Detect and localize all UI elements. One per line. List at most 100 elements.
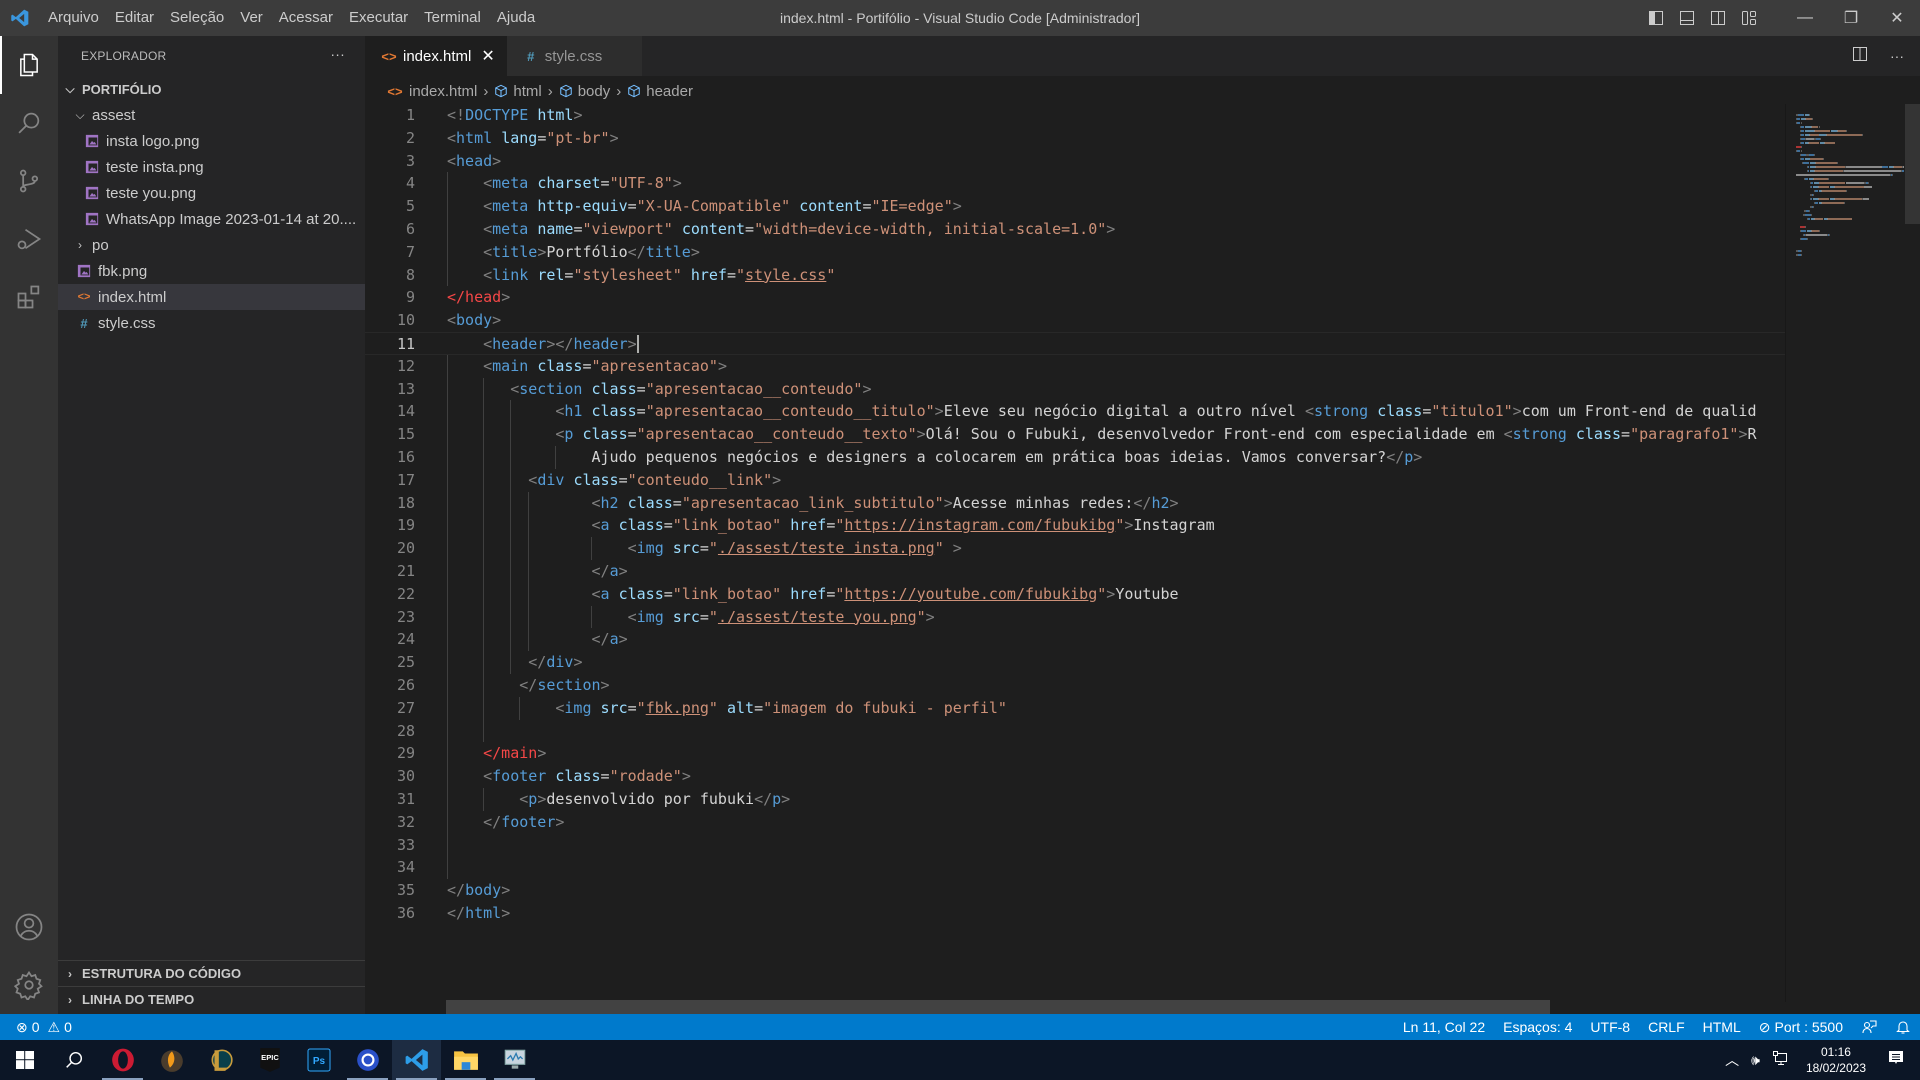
code-line[interactable]: 12 <main class="apresentacao"> <box>365 354 1785 378</box>
code-line[interactable]: 31 <p>desenvolvido por fubuki</p> <box>365 787 1785 811</box>
menu-editar[interactable]: Editar <box>107 0 162 36</box>
feedback-icon[interactable] <box>1852 1019 1886 1035</box>
tree-item[interactable]: teste insta.png <box>58 154 365 180</box>
code-line[interactable]: 26 </section> <box>365 673 1785 697</box>
notifications-bell-icon[interactable] <box>1886 1019 1920 1035</box>
tree-item[interactable]: insta logo.png <box>58 128 365 154</box>
code-line[interactable]: 16 Ajudo pequenos negócios e designers a… <box>365 445 1785 469</box>
end-of-line[interactable]: CRLF <box>1639 1019 1694 1035</box>
show-hidden-icons-icon[interactable]: ︿ <box>1719 1050 1745 1070</box>
extensions-icon[interactable] <box>0 268 58 326</box>
menu-ajuda[interactable]: Ajuda <box>489 0 543 36</box>
manage-gear-icon[interactable] <box>0 956 58 1014</box>
menu-arquivo[interactable]: Arquivo <box>40 0 107 36</box>
code-line[interactable]: 4 <meta charset="UTF-8"> <box>365 172 1785 196</box>
search-icon[interactable] <box>0 94 58 152</box>
accounts-icon[interactable] <box>0 898 58 956</box>
tree-item[interactable]: ⌵ assest <box>58 102 365 128</box>
toggle-secondary-sidebar-icon[interactable] <box>1702 0 1733 36</box>
minimap[interactable] <box>1785 104 1905 1002</box>
code-line[interactable]: 15 <p class="apresentacao__conteudo__tex… <box>365 423 1785 446</box>
tree-item[interactable]: # style.css <box>58 310 365 336</box>
code-line[interactable]: 34 <box>365 856 1785 880</box>
workspace-root[interactable]: ⌵ PORTIFÓLIO <box>58 76 365 102</box>
toggle-panel-icon[interactable] <box>1671 0 1702 36</box>
code-line[interactable]: 32 </footer> <box>365 810 1785 834</box>
code-line[interactable]: 25 </div> <box>365 651 1785 674</box>
code-line[interactable]: 14 <h1 class="apresentacao__conteudo__ti… <box>365 400 1785 424</box>
breadcrumb-html[interactable]: html <box>494 83 542 100</box>
network-icon[interactable] <box>1766 1050 1794 1071</box>
settings-app-icon[interactable] <box>343 1040 392 1080</box>
menu-executar[interactable]: Executar <box>341 0 416 36</box>
code-line[interactable]: 24 </a> <box>365 628 1785 652</box>
encoding[interactable]: UTF-8 <box>1581 1019 1639 1035</box>
toggle-primary-sidebar-icon[interactable] <box>1640 0 1671 36</box>
code-line[interactable]: 1 <!DOCTYPE html> <box>365 104 1785 127</box>
code-line[interactable]: 30 <footer class="rodade"> <box>365 765 1785 788</box>
action-center-icon[interactable] <box>1878 1050 1920 1071</box>
code-line[interactable]: 11 <header></header> <box>365 331 1785 355</box>
menu-acessar[interactable]: Acessar <box>271 0 341 36</box>
indentation[interactable]: Espaços: 4 <box>1494 1019 1581 1035</box>
code-line[interactable]: 7 <title>Portfólio</title> <box>365 240 1785 264</box>
code-line[interactable]: 21 </a> <box>365 559 1785 583</box>
close-tab-icon[interactable]: ✕ <box>481 46 494 66</box>
code-line[interactable]: 17 <div class="conteudo__link"> <box>365 468 1785 492</box>
restore-button[interactable]: ❐ <box>1828 0 1874 36</box>
problems-indicator[interactable]: ⊗ 0 ⚠ 0 <box>0 1019 72 1036</box>
vscode-icon[interactable] <box>392 1040 441 1080</box>
resource-monitor-icon[interactable] <box>490 1040 539 1080</box>
code-line[interactable]: 2 <html lang="pt-br"> <box>365 127 1785 150</box>
customize-layout-icon[interactable] <box>1733 0 1764 36</box>
code-line[interactable]: 5 <meta http-equiv="X-UA-Compatible" con… <box>365 195 1785 218</box>
windows-start-icon[interactable] <box>0 1040 49 1080</box>
code-line[interactable]: 27 <img src="fbk.png" alt="imagem do fub… <box>365 696 1785 720</box>
explorer-icon[interactable] <box>0 36 58 94</box>
tree-item[interactable]: › po <box>58 232 365 258</box>
menu-selecao[interactable]: Seleção <box>162 0 232 36</box>
code-line[interactable]: 10 <body> <box>365 309 1785 332</box>
code-line[interactable]: 9 </head> <box>365 286 1785 309</box>
tree-item[interactable]: WhatsApp Image 2023-01-14 at 20.... <box>58 206 365 232</box>
code-line[interactable]: 13 <section class="apresentacao__conteud… <box>365 377 1785 401</box>
code-line[interactable]: 28 <box>365 719 1785 743</box>
code-line[interactable]: 19 <a class="link_botao" href="https://i… <box>365 514 1785 538</box>
taskbar-search-icon[interactable] <box>49 1040 98 1080</box>
split-editor-icon[interactable] <box>1852 46 1868 67</box>
live-server-button[interactable]: ⊘ Port : 5500 <box>1750 1019 1852 1036</box>
scrollbar-thumb[interactable] <box>1905 104 1920 224</box>
photoshop-icon[interactable]: Ps <box>294 1040 343 1080</box>
code-line[interactable]: 6 <meta name="viewport" content="width=d… <box>365 217 1785 241</box>
run-debug-icon[interactable] <box>0 210 58 268</box>
code-line[interactable]: 22 <a class="link_botao" href="https://y… <box>365 582 1785 606</box>
epic-games-icon[interactable]: EPIC <box>245 1040 294 1080</box>
volume-icon[interactable]: 🕪 <box>1745 1052 1766 1069</box>
code-line[interactable]: 3 <head> <box>365 150 1785 173</box>
more-actions-button[interactable]: ··· <box>330 46 345 62</box>
editor-more-actions-icon[interactable]: ··· <box>1890 48 1904 64</box>
tree-item[interactable]: <> index.html <box>58 284 365 310</box>
breadcrumb-file[interactable]: <> index.html <box>387 83 477 100</box>
timeline-section[interactable]: › LINHA DO TEMPO <box>58 986 365 1012</box>
code-line[interactable]: 18 <h2 class="apresentacao_link_subtitul… <box>365 491 1785 515</box>
fl-studio-icon[interactable] <box>147 1040 196 1080</box>
code-line[interactable]: 35 </body> <box>365 879 1785 902</box>
code-line[interactable]: 33 <box>365 833 1785 857</box>
cursor-position[interactable]: Ln 11, Col 22 <box>1394 1019 1494 1035</box>
language-mode[interactable]: HTML <box>1694 1019 1750 1035</box>
tab-index-html[interactable]: <> index.html ✕ <box>365 36 507 76</box>
outline-section[interactable]: › ESTRUTURA DO CÓDIGO <box>58 960 365 986</box>
code-editor[interactable]: 1 <!DOCTYPE html> 2 <html lang="pt-br"> 3 <he… <box>365 104 1785 1002</box>
file-explorer-icon[interactable] <box>441 1040 490 1080</box>
code-line[interactable]: 23 <img src="./assest/teste you.png"> <box>365 605 1785 629</box>
minimize-button[interactable]: — <box>1782 0 1828 36</box>
clock[interactable]: 01:16 18/02/2023 <box>1794 1044 1878 1076</box>
breadcrumb-body[interactable]: body <box>559 83 610 100</box>
code-line[interactable]: 20 <img src="./assest/teste insta.png" > <box>365 537 1785 560</box>
source-control-icon[interactable] <box>0 152 58 210</box>
league-of-legends-icon[interactable] <box>196 1040 245 1080</box>
close-window-button[interactable]: ✕ <box>1874 0 1920 36</box>
code-line[interactable]: 29 </main> <box>365 742 1785 766</box>
tab-style-css[interactable]: # style.css <box>506 36 642 76</box>
